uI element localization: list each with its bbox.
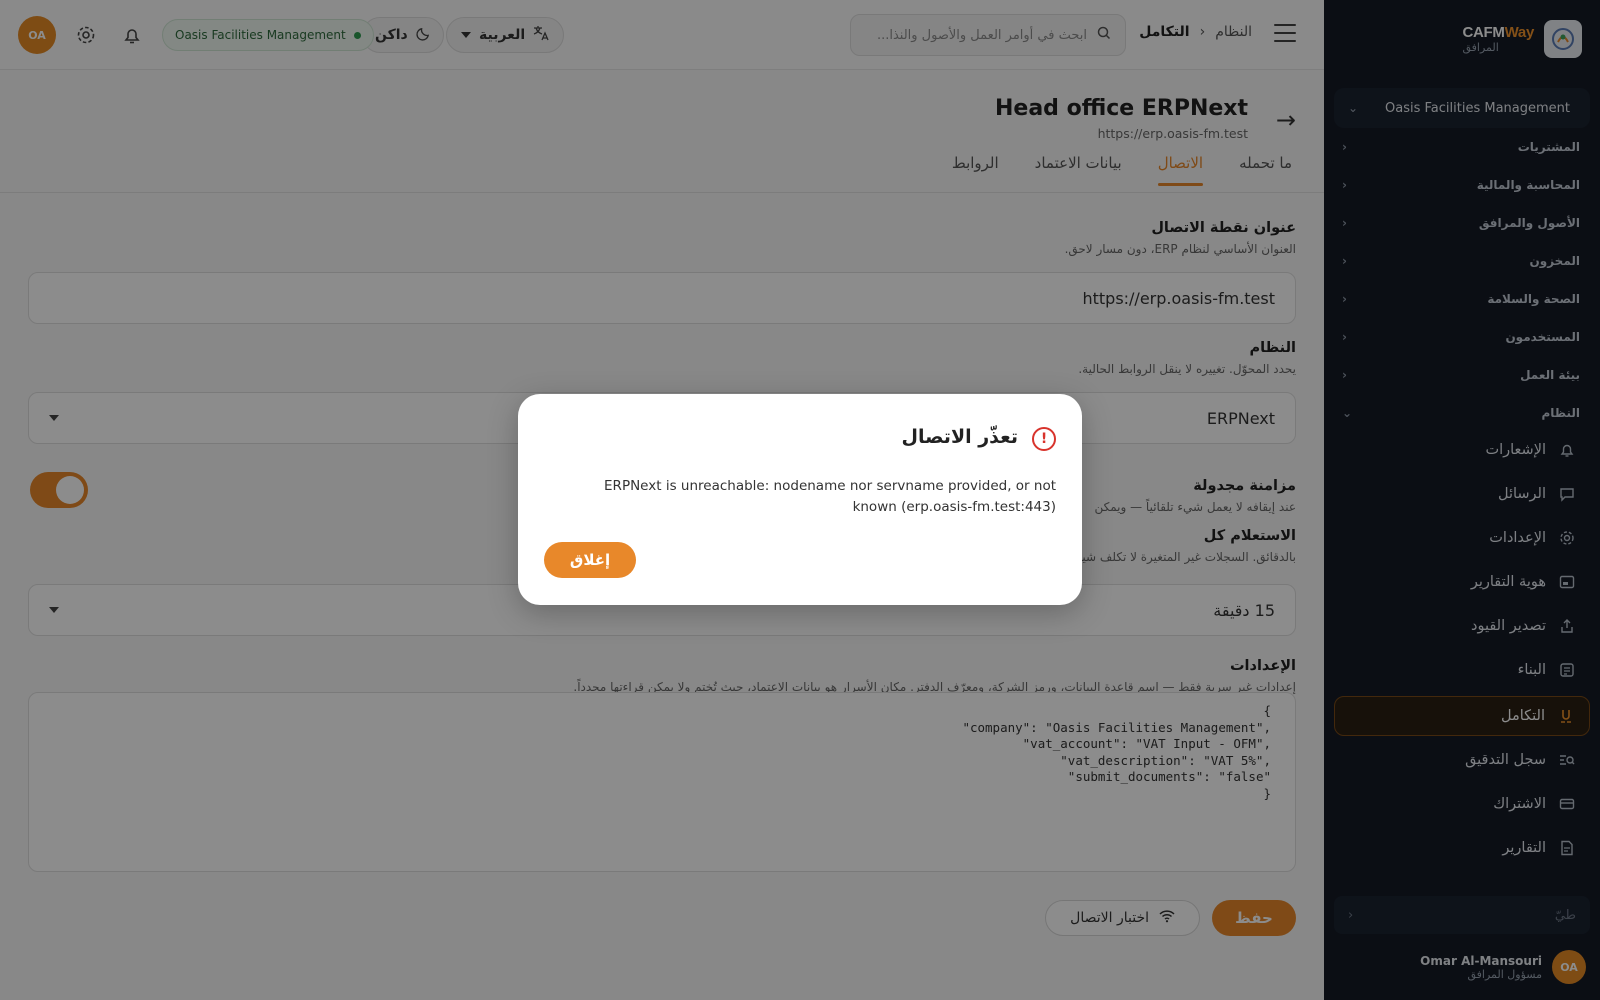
close-button[interactable]: إغلاق	[544, 542, 636, 578]
dialog-message: ERPNext is unreachable: nodename nor ser…	[604, 478, 1056, 515]
dialog-title: تعذّر الاتصال	[901, 426, 1018, 448]
alert-circle-icon: !	[1032, 427, 1056, 451]
error-dialog: ! تعذّر الاتصال ERPNext is unreachable: …	[518, 394, 1082, 605]
app-root: CAFMWay المرافق Oasis Facilities Managem…	[0, 0, 1600, 1000]
